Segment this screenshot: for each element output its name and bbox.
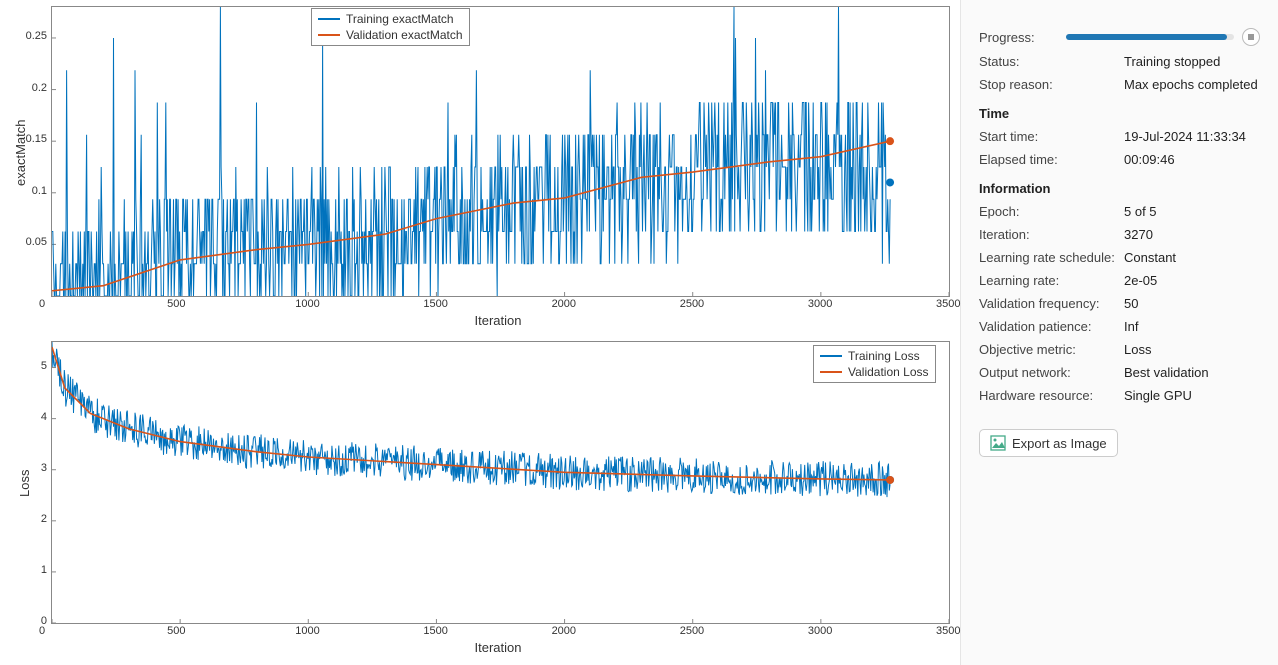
loss-legend: Training Loss Validation Loss [813,345,936,383]
vpat-label: Validation patience: [979,319,1124,334]
x-tick-label: 1000 [295,298,319,310]
legend-train-loss: Training Loss [848,348,920,364]
stop-button[interactable] [1242,28,1260,46]
hw-value: Single GPU [1124,388,1192,403]
x-tick-label: 3000 [808,625,832,637]
y-tick-label: 0.05 [17,236,47,248]
status-value: Training stopped [1124,54,1220,69]
outnet-value: Best validation [1124,365,1209,380]
export-button[interactable]: Export as Image [979,429,1118,457]
time-header: Time [979,106,1260,121]
x-tick-label: 500 [167,298,185,310]
y-tick-label: 3 [17,462,47,474]
x-tick-label: 0 [39,298,45,310]
exactmatch-chart [51,6,950,297]
x-tick-label: 1500 [423,298,447,310]
stop-reason-value: Max epochs completed [1124,77,1258,92]
progress-bar [1066,34,1234,40]
legend-train-em: Training exactMatch [346,11,454,27]
start-time-label: Start time: [979,129,1124,144]
x-tick-label: 1000 [295,625,319,637]
lr-value: 2e-05 [1124,273,1157,288]
x-tick-label: 2000 [552,298,576,310]
y-tick-label: 5 [17,360,47,372]
x-tick-label: 3500 [936,625,960,637]
y-tick-label: 1 [17,564,47,576]
status-label: Status: [979,54,1124,69]
lrs-label: Learning rate schedule: [979,250,1124,265]
loss-chart [51,341,950,624]
elapsed-value: 00:09:46 [1124,152,1175,167]
x-tick-label: 3500 [936,298,960,310]
y-tick-label: 0.15 [17,133,47,145]
y-tick-label: 2 [17,513,47,525]
y-tick-label: 0 [17,615,47,627]
y-tick-label: 0.1 [17,185,47,197]
info-header: Information [979,181,1260,196]
y-tick-label: 0.25 [17,30,47,42]
x-tick-label: 2500 [680,625,704,637]
vfreq-label: Validation frequency: [979,296,1124,311]
legend-val-em: Validation exactMatch [346,27,463,43]
vpat-value: Inf [1124,319,1138,334]
lrs-value: Constant [1124,250,1176,265]
stop-reason-label: Stop reason: [979,77,1124,92]
legend-val-loss: Validation Loss [848,364,929,380]
iter-label: Iteration: [979,227,1124,242]
iter-value: 3270 [1124,227,1153,242]
stop-icon [1248,34,1254,40]
x-axis-label-1: Iteration [475,313,522,328]
elapsed-label: Elapsed time: [979,152,1124,167]
outnet-label: Output network: [979,365,1124,380]
info-panel: Progress: Status: Training stopped Stop … [960,0,1278,665]
x-tick-label: 500 [167,625,185,637]
lr-label: Learning rate: [979,273,1124,288]
export-label: Export as Image [1012,436,1107,451]
charts-panel: Training exactMatch Validation exactMatc… [0,0,960,665]
epoch-value: 5 of 5 [1124,204,1157,219]
y-tick-label: 4 [17,411,47,423]
x-tick-label: 2500 [680,298,704,310]
obj-value: Loss [1124,342,1151,357]
x-tick-label: 1500 [423,625,447,637]
y-tick-label: 0.2 [17,82,47,94]
y-axis-label-1: exactMatch [13,119,28,185]
progress-label: Progress: [979,30,1066,45]
image-icon [990,435,1006,451]
epoch-label: Epoch: [979,204,1124,219]
vfreq-value: 50 [1124,296,1138,311]
x-axis-label-2: Iteration [475,640,522,655]
x-tick-label: 2000 [552,625,576,637]
exactmatch-legend: Training exactMatch Validation exactMatc… [311,8,470,46]
obj-label: Objective metric: [979,342,1124,357]
start-time-value: 19-Jul-2024 11:33:34 [1124,129,1246,144]
x-tick-label: 3000 [808,298,832,310]
hw-label: Hardware resource: [979,388,1124,403]
